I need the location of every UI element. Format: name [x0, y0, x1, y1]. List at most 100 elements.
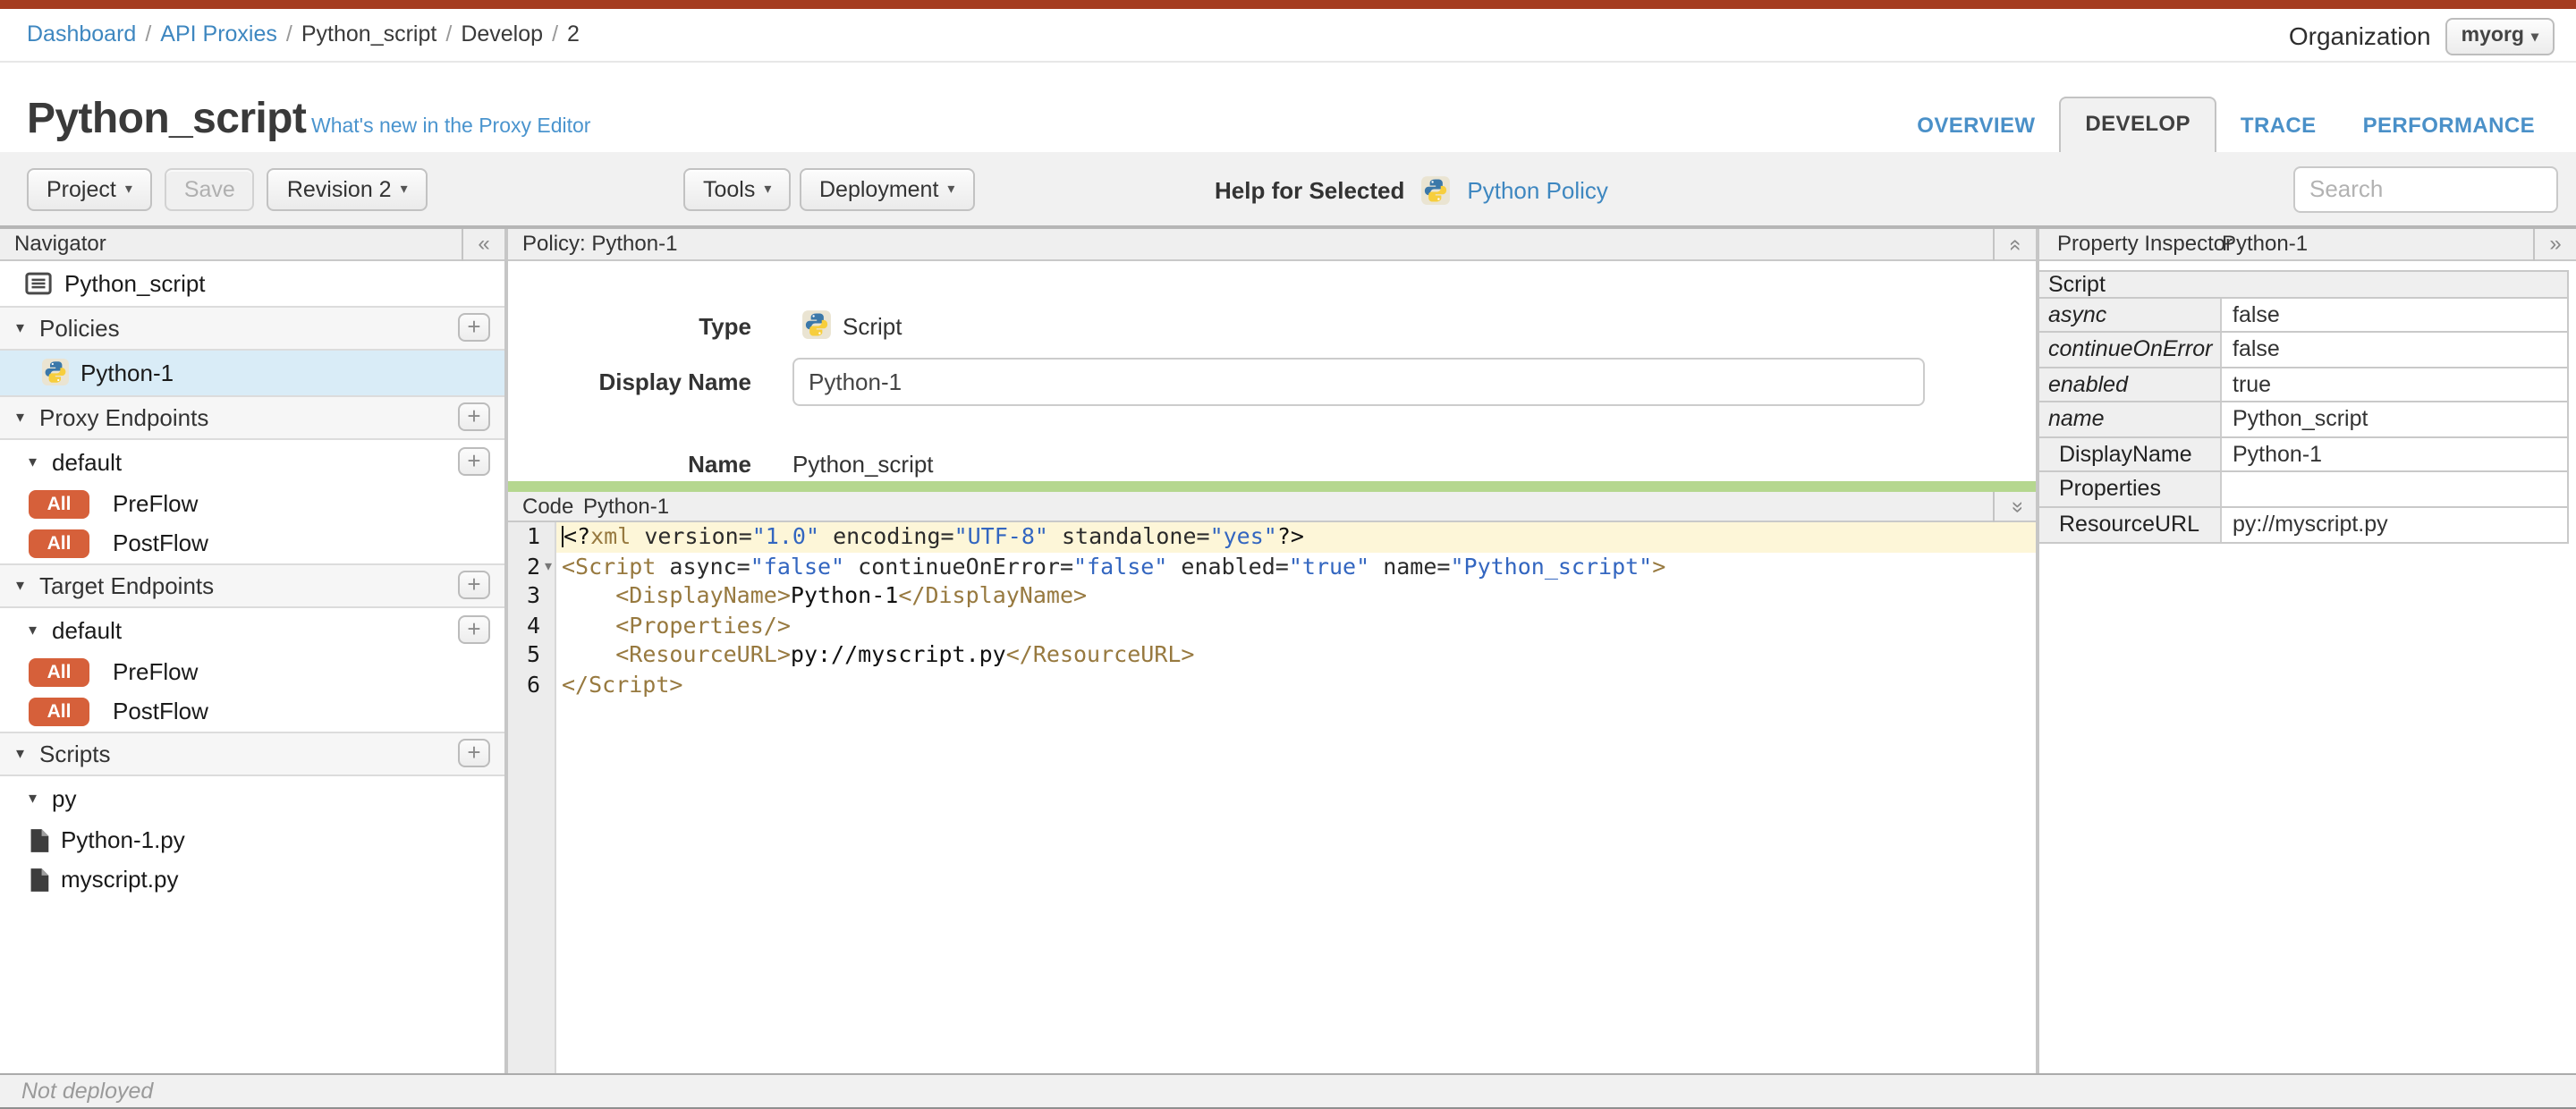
property-inspector-title: Property Inspector — [2057, 230, 2233, 255]
code-token: <DisplayName> — [615, 581, 791, 608]
deployment-menu-button[interactable]: Deployment ▾ — [800, 167, 975, 210]
fold-caret-icon[interactable]: ▾ — [540, 552, 556, 581]
python-policy-help-link[interactable]: Python Policy — [1467, 176, 1608, 203]
policy-header-title: Policy: Python-1 — [522, 230, 678, 255]
breadcrumb-item-api-proxies[interactable]: API Proxies — [160, 21, 277, 47]
line-number-text: 6 — [526, 670, 540, 697]
navigator-item-preflow[interactable]: All PreFlow — [0, 652, 504, 691]
code-editor[interactable]: 1 <?xml version="1.0" encoding="UTF-8" st… — [508, 522, 2036, 1073]
property-value-name[interactable]: Python_script — [2222, 402, 2567, 436]
property-label-enabled: enabled — [2039, 368, 2222, 401]
python-icon — [41, 358, 70, 386]
toolbar: Project ▾ Save Revision 2 ▾ Tools ▾ Deploym… — [0, 151, 2576, 228]
property-row-async: async false — [2039, 298, 2567, 333]
navigator-section-scripts[interactable]: ▾ Scripts + — [0, 731, 504, 775]
property-value-async[interactable]: false — [2222, 298, 2567, 331]
property-value-resourceurl[interactable]: py://myscript.py — [2222, 507, 2567, 542]
caret-down-icon: ▾ — [16, 575, 25, 593]
caret-down-icon: ▾ — [29, 620, 38, 638]
navigator-item-python-script[interactable]: Python_script — [0, 260, 504, 305]
breadcrumb: Dashboard / API Proxies / Python_script / Deve… — [27, 9, 580, 61]
caret-down-icon: ▾ — [16, 317, 25, 335]
tab-performance[interactable]: PERFORMANCE — [2340, 99, 2558, 151]
whats-new-link[interactable]: What's new in the Proxy Editor — [311, 116, 590, 138]
policy-header: Policy: Python-1 « — [508, 228, 2036, 260]
code-token: encoding= — [819, 522, 954, 549]
chevron-down-icon: ▾ — [947, 181, 955, 197]
navigator-item-py[interactable]: ▾ py — [0, 775, 504, 820]
navigator-item-python-1-py[interactable]: Python-1.py — [0, 820, 504, 859]
add-default-button[interactable]: + — [458, 447, 490, 476]
property-value-properties[interactable] — [2222, 472, 2567, 505]
add-proxy-endpoints-button[interactable]: + — [458, 402, 490, 431]
code-token: "false" — [750, 552, 845, 579]
collapse-policy-section-button[interactable]: « — [1993, 228, 2036, 260]
code-header-subtitle: Python-1 — [583, 494, 670, 519]
add-policies-button[interactable]: + — [458, 313, 490, 342]
code-line-4: 4 <Properties/> — [508, 611, 2036, 640]
caret-down-icon: ▾ — [16, 743, 25, 761]
tab-overview[interactable]: OVERVIEW — [1894, 99, 2058, 151]
property-label-resourceurl: ResourceURL — [2039, 507, 2222, 542]
navigator-item-default[interactable]: ▾ default + — [0, 607, 504, 652]
display-name-input[interactable] — [792, 357, 1925, 405]
python-icon — [801, 309, 832, 339]
code-token: "false" — [1073, 552, 1168, 579]
code-line-2: 2 ▾ <Script async="false" continueOnError=… — [508, 552, 2036, 581]
tab-trace[interactable]: TRACE — [2217, 99, 2340, 151]
navigator-item-default[interactable]: ▾ default + — [0, 439, 504, 484]
status-bar: Not deployed — [0, 1073, 2576, 1109]
organization-dropdown[interactable]: myorg ▾ — [2445, 17, 2555, 55]
tools-menu-button[interactable]: Tools ▾ — [683, 167, 792, 210]
file-icon — [29, 827, 50, 852]
caret-down-icon: ▾ — [29, 452, 38, 470]
navigator-section-proxy-endpoints[interactable]: ▾ Proxy Endpoints + — [0, 394, 504, 439]
navigator-label: default — [52, 616, 123, 643]
navigator-item-postflow[interactable]: All PostFlow — [0, 523, 504, 563]
property-value-continueonerror[interactable]: false — [2222, 333, 2567, 366]
search-input[interactable] — [2293, 165, 2558, 212]
expand-inspector-button[interactable]: » — [2533, 228, 2576, 260]
code-lines: 1 <?xml version="1.0" encoding="UTF-8" st… — [508, 522, 2036, 699]
tab-develop[interactable]: DEVELOP — [2058, 96, 2217, 151]
collapse-navigator-button[interactable]: « — [462, 228, 504, 260]
brand-topbar — [0, 0, 2576, 9]
add-scripts-button[interactable]: + — [458, 739, 490, 767]
title-row: Python_script What's new in the Proxy Ed… — [0, 63, 2576, 151]
help-for-selected-group: Help for Selected Python Policy — [1215, 151, 1608, 228]
add-default-button[interactable]: + — [458, 615, 490, 644]
double-chevron-right-icon: » — [2549, 231, 2562, 256]
navigator-label: Scripts — [39, 740, 111, 766]
code-token: name= — [1369, 552, 1451, 579]
revision-menu-button[interactable]: Revision 2 ▾ — [267, 167, 428, 210]
code-token: <Properties/> — [615, 611, 791, 638]
breadcrumb-item-develop: Develop — [461, 21, 544, 47]
line-number: 2 ▾ — [508, 552, 556, 581]
add-target-endpoints-button[interactable]: + — [458, 571, 490, 599]
save-button[interactable]: Save — [164, 167, 255, 210]
navigator-item-preflow[interactable]: All PreFlow — [0, 484, 504, 523]
navigator-section-policies[interactable]: ▾ Policies + — [0, 305, 504, 350]
expand-code-section-button[interactable]: « — [1993, 492, 2036, 522]
line-number-text: 1 — [526, 522, 540, 549]
navigator-label: PostFlow — [113, 529, 208, 556]
name-label: Name — [688, 450, 751, 477]
organization-value: myorg — [2461, 25, 2524, 47]
project-menu-button[interactable]: Project ▾ — [27, 167, 152, 210]
property-value-enabled[interactable]: true — [2222, 368, 2567, 401]
property-row-enabled: enabled true — [2039, 368, 2567, 402]
line-number: 6 — [508, 670, 556, 699]
policy-form: Type Script Display Name Name Python_scr… — [508, 260, 2036, 481]
navigator-label: Python_script — [64, 269, 206, 296]
code-token: </DisplayName> — [898, 581, 1088, 608]
property-inspector-header: Property Inspector Python-1 » — [2039, 228, 2576, 260]
navigator-item-myscript-py[interactable]: myscript.py — [0, 859, 504, 899]
navigator-label: PreFlow — [113, 658, 199, 685]
navigator-item-python-1[interactable]: Python-1 — [0, 350, 504, 394]
line-number-text: 4 — [526, 611, 540, 638]
navigator-item-postflow[interactable]: All PostFlow — [0, 691, 504, 731]
breadcrumb-item-dashboard[interactable]: Dashboard — [27, 21, 136, 47]
navigator-section-target-endpoints[interactable]: ▾ Target Endpoints + — [0, 563, 504, 607]
property-value-displayname[interactable]: Python-1 — [2222, 437, 2567, 470]
